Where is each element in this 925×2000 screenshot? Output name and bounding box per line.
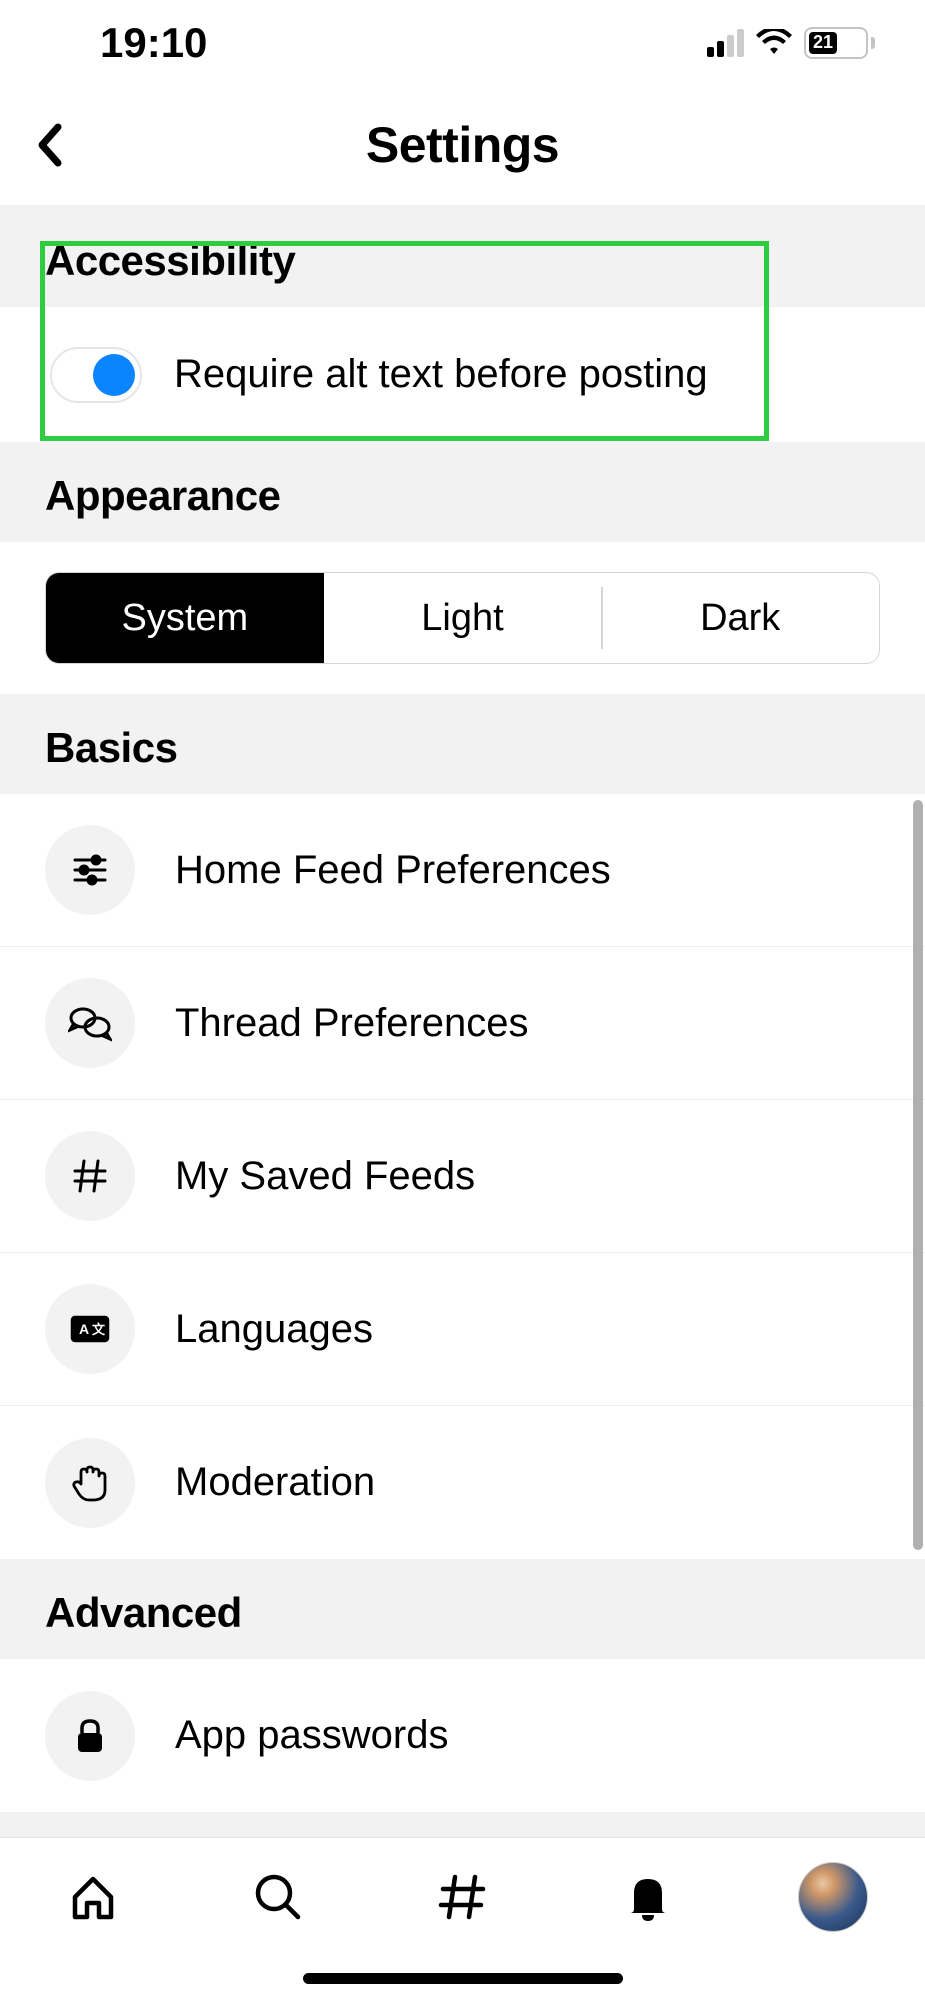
svg-text:文: 文 [92, 1322, 106, 1337]
require-alt-text-toggle[interactable] [50, 347, 142, 403]
moderation-label: Moderation [175, 1460, 375, 1505]
nav-header: Settings [0, 85, 925, 205]
app-passwords-row[interactable]: App passwords [0, 1659, 925, 1812]
appearance-dark-button[interactable]: Dark [601, 573, 879, 663]
sliders-icon [45, 825, 135, 915]
bell-icon [620, 1869, 676, 1925]
require-alt-text-row[interactable]: Require alt text before posting [0, 307, 925, 442]
home-feed-preferences-label: Home Feed Preferences [175, 848, 611, 893]
back-button[interactable] [20, 115, 80, 175]
languages-row[interactable]: A文 Languages [0, 1253, 925, 1406]
languages-label: Languages [175, 1307, 373, 1352]
page-title: Settings [366, 116, 559, 174]
tab-home[interactable] [58, 1862, 128, 1932]
thread-preferences-label: Thread Preferences [175, 1001, 529, 1046]
moderation-row[interactable]: Moderation [0, 1406, 925, 1559]
battery-icon: 21 [804, 27, 875, 59]
tab-search[interactable] [243, 1862, 313, 1932]
section-header-advanced: Advanced [0, 1559, 925, 1659]
lock-icon [45, 1691, 135, 1781]
tab-profile[interactable] [798, 1862, 868, 1932]
tab-feeds[interactable] [428, 1862, 498, 1932]
appearance-segmented-control: System Light Dark [45, 572, 880, 664]
avatar [798, 1862, 868, 1932]
search-icon [250, 1869, 306, 1925]
wifi-icon [756, 29, 792, 57]
hash-icon [435, 1869, 491, 1925]
tab-bar [0, 1837, 925, 2000]
status-bar: 19:10 21 [0, 0, 925, 85]
section-header-accessibility: Accessibility [0, 205, 925, 307]
my-saved-feeds-row[interactable]: My Saved Feeds [0, 1100, 925, 1253]
status-time: 19:10 [100, 19, 207, 67]
cellular-icon [707, 29, 744, 57]
chevron-left-icon [36, 123, 64, 167]
thread-preferences-row[interactable]: Thread Preferences [0, 947, 925, 1100]
home-icon [65, 1869, 121, 1925]
hand-icon [45, 1438, 135, 1528]
svg-text:A: A [79, 1321, 89, 1337]
language-icon: A文 [45, 1284, 135, 1374]
appearance-system-button[interactable]: System [46, 573, 324, 663]
home-feed-preferences-row[interactable]: Home Feed Preferences [0, 794, 925, 947]
chat-bubbles-icon [45, 978, 135, 1068]
section-header-appearance: Appearance [0, 442, 925, 542]
section-header-basics: Basics [0, 694, 925, 794]
require-alt-text-label: Require alt text before posting [174, 352, 708, 397]
status-icons: 21 [707, 27, 875, 59]
appearance-light-button[interactable]: Light [324, 573, 602, 663]
hash-icon [45, 1131, 135, 1221]
my-saved-feeds-label: My Saved Feeds [175, 1154, 475, 1199]
scroll-indicator[interactable] [913, 800, 923, 1550]
home-indicator [303, 1973, 623, 1984]
tab-notifications[interactable] [613, 1862, 683, 1932]
app-passwords-label: App passwords [175, 1713, 448, 1758]
